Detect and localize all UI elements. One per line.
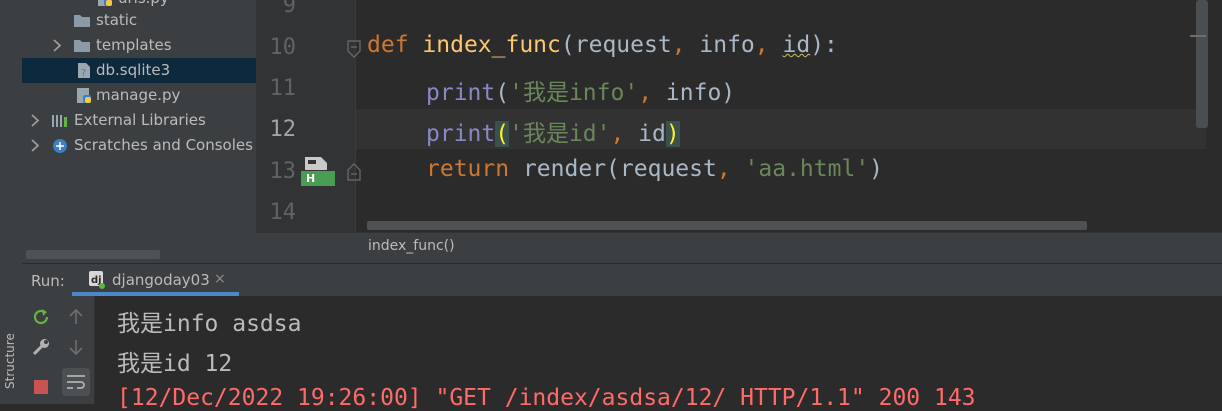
error-stripe-marker[interactable]: [1190, 35, 1206, 37]
folder-icon: [73, 12, 91, 29]
arg-token: request: [619, 156, 717, 182]
keyword-token: def: [367, 32, 409, 58]
call-token: render: [522, 156, 607, 182]
punct-token: ,: [716, 156, 745, 182]
string-token: '我是info': [509, 80, 639, 106]
punct-token: (: [495, 80, 510, 106]
param-token: request: [574, 32, 672, 58]
line-number-current: 12: [269, 117, 297, 142]
tree-item-label: External Libraries: [74, 111, 206, 129]
tree-item-scratches[interactable]: Scratches and Consoles: [22, 133, 256, 158]
tree-item-db-sqlite3[interactable]: ? db.sqlite3: [22, 58, 256, 83]
chevron-right-icon[interactable]: [51, 33, 63, 58]
tree-item-external-libraries[interactable]: External Libraries: [22, 108, 256, 133]
punct-token: ,: [610, 121, 639, 147]
chevron-right-icon[interactable]: [29, 133, 41, 158]
line-number: 10: [269, 35, 297, 60]
arg-token: id: [638, 121, 666, 147]
console-line: 我是id 12: [117, 351, 233, 377]
punct-token: ): [869, 156, 884, 182]
line-number: 9: [282, 0, 296, 18]
arrow-down-icon[interactable]: [65, 336, 87, 358]
builtin-token: print: [426, 121, 496, 147]
punct-token: (: [606, 156, 620, 182]
tree-item-label: templates: [96, 36, 172, 54]
string-token: '我是id': [509, 121, 611, 147]
libraries-icon: [51, 112, 69, 129]
punct-token: ):: [810, 32, 838, 58]
tree-horizontal-scrollbar[interactable]: [26, 250, 160, 259]
param-token-warning: id: [782, 32, 811, 58]
builtin-token: print: [426, 80, 496, 106]
scratches-icon: [51, 137, 69, 154]
param-token: info: [699, 32, 755, 58]
line-number: 14: [269, 200, 297, 225]
template-gutter-icon[interactable]: H: [301, 155, 335, 186]
code-line-13: return render(request, 'aa.html'): [426, 156, 883, 182]
code-line-11: print('我是info', info): [426, 73, 735, 107]
editor-vertical-scrollbar[interactable]: [1196, 0, 1208, 128]
line-number: 13: [269, 159, 297, 184]
python-file-icon: [96, 0, 114, 7]
unknown-file-icon: ?: [75, 62, 93, 79]
matched-brace-token: (: [495, 121, 510, 147]
close-icon[interactable]: ×: [214, 271, 226, 287]
tree-item-manage-py[interactable]: manage.py: [22, 83, 256, 108]
stop-icon[interactable]: [30, 376, 52, 398]
console-line-stderr: [12/Dec/2022 19:26:00] "GET /index/asdsa…: [117, 385, 976, 411]
fold-end-icon[interactable]: [346, 162, 362, 182]
breadcrumb[interactable]: index_func(): [368, 238, 455, 254]
matched-brace-token: ): [665, 121, 680, 147]
soft-wrap-toggle[interactable]: [62, 368, 90, 396]
wrench-icon[interactable]: [30, 336, 52, 358]
arg-token: info: [665, 80, 722, 106]
line-number: 11: [269, 76, 297, 101]
string-token: 'aa.html': [744, 156, 870, 182]
tree-item-label: Scratches and Consoles: [74, 136, 253, 154]
code-line-10: def index_func(request, info, id):: [367, 32, 838, 58]
function-name-token: index_func: [422, 32, 561, 58]
arrow-up-icon[interactable]: [65, 306, 87, 328]
fold-start-icon[interactable]: [346, 39, 362, 59]
tree-item-label: db.sqlite3: [96, 61, 171, 79]
gutter-badge: H: [301, 171, 335, 186]
tree-item-label: static: [96, 11, 138, 29]
project-tree: urls.py static templates ? db.sqlite3 ma…: [22, 0, 256, 263]
rerun-icon[interactable]: [30, 306, 52, 328]
tree-item-static[interactable]: static: [22, 8, 256, 33]
structure-tool-tab[interactable]: Structure: [3, 333, 17, 389]
chevron-right-icon[interactable]: [29, 108, 41, 133]
soft-wrap-icon: [67, 375, 85, 389]
django-icon: dj: [89, 271, 105, 289]
tree-item-label: manage.py: [96, 86, 181, 104]
punct-token: ): [721, 80, 736, 106]
punct-token: (: [560, 32, 575, 58]
punct-token: ,: [671, 32, 700, 58]
punct-token: ,: [754, 32, 783, 58]
console-line: 我是info asdsa: [117, 311, 302, 337]
python-file-icon: [75, 87, 93, 104]
editor-horizontal-scrollbar[interactable]: [367, 221, 1087, 230]
svg-text:?: ?: [81, 68, 86, 79]
run-label: Run:: [31, 272, 65, 290]
tree-item-templates[interactable]: templates: [22, 33, 256, 58]
punct-token: ,: [638, 80, 666, 106]
folder-icon: [73, 37, 91, 54]
run-tab-label: djangoday03: [112, 271, 210, 289]
code-line-12: print('我是id', id): [426, 114, 680, 148]
keyword-token: return: [426, 156, 510, 182]
